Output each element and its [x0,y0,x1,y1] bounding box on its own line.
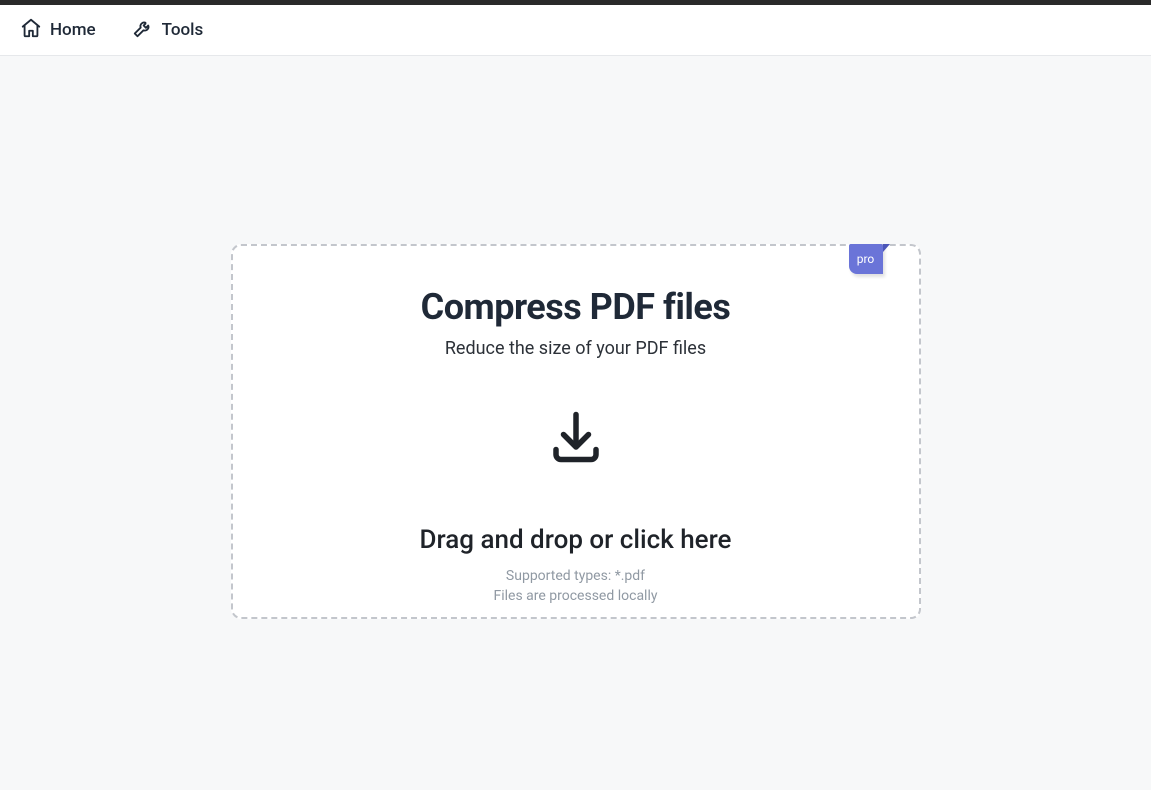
navbar: Home Tools [0,5,1151,56]
home-icon [20,17,42,44]
tools-icon [132,17,154,44]
supported-types-text: Supported types: *.pdf [493,567,657,587]
page-subtitle: Reduce the size of your PDF files [445,338,706,359]
pro-badge-label: pro [857,252,875,266]
local-processing-text: Files are processed locally [493,587,657,607]
download-icon [546,407,606,471]
drop-instruction: Drag and drop or click here [420,525,732,555]
nav-tools-label: Tools [162,20,204,40]
upload-hints: Supported types: *.pdf Files are process… [493,567,657,606]
nav-tools-link[interactable]: Tools [132,17,204,44]
page-title: Compress PDF files [421,286,731,328]
nav-home-link[interactable]: Home [20,17,96,44]
upload-drop-zone[interactable]: pro Compress PDF files Reduce the size o… [231,244,921,619]
nav-home-label: Home [50,20,96,40]
main-content: pro Compress PDF files Reduce the size o… [0,56,1151,619]
pro-badge: pro [849,244,883,274]
